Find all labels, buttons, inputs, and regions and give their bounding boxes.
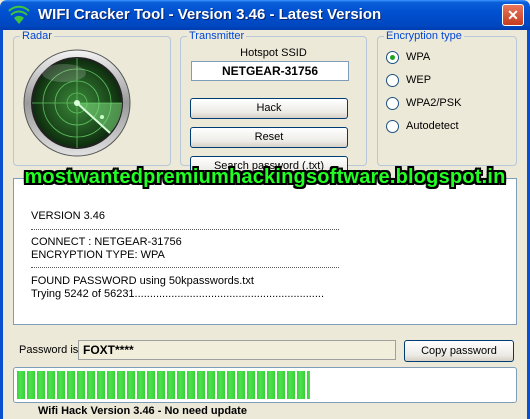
hack-button[interactable]: Hack: [190, 98, 348, 119]
progress-fill: [17, 371, 310, 399]
radar-label: Radar: [20, 30, 54, 42]
encryption-group: Encryption type WPA WEP WPA2/PSK Autodet…: [377, 30, 517, 166]
radio-wpa-label: WPA: [406, 51, 431, 63]
close-icon: ✕: [507, 7, 519, 23]
log-divider: [31, 229, 339, 230]
radio-checked-icon[interactable]: [386, 50, 399, 64]
radio-wep[interactable]: WEP: [386, 72, 431, 88]
log-output[interactable]: VERSION 3.46 CONNECT : NETGEAR-31756 ENC…: [13, 178, 517, 325]
wifi-signal-icon: [8, 5, 30, 24]
radio-wep-label: WEP: [406, 74, 432, 86]
log-version-line: VERSION 3.46: [31, 210, 105, 222]
progress-bar: [13, 367, 517, 403]
ssid-input[interactable]: NETGEAR-31756: [191, 61, 349, 81]
copy-password-button[interactable]: Copy password: [404, 340, 514, 362]
radio-unchecked-icon[interactable]: [386, 96, 399, 110]
radar-icon: [23, 49, 131, 157]
title-bar[interactable]: WIFI Cracker Tool - Version 3.46 - Lates…: [0, 0, 530, 30]
log-encryption-line: ENCRYPTION TYPE: WPA: [31, 249, 165, 261]
log-divider: [31, 267, 339, 268]
radio-autodetect[interactable]: Autodetect: [386, 118, 459, 134]
radio-wpa[interactable]: WPA: [386, 49, 430, 65]
encryption-label: Encryption type: [384, 30, 464, 42]
radio-unchecked-icon[interactable]: [386, 73, 399, 87]
radio-unchecked-icon[interactable]: [386, 119, 399, 133]
watermark-banner: mostwantedpremiumhackingsoftware.blogspo…: [24, 166, 506, 188]
status-text: Wifi Hack Version 3.46 - No need update: [38, 405, 247, 417]
password-field[interactable]: FOXT****: [78, 340, 396, 360]
reset-button[interactable]: Reset: [190, 127, 348, 148]
transmitter-label: Transmitter: [187, 30, 247, 42]
radio-wpa2-psk[interactable]: WPA2/PSK: [386, 95, 461, 111]
progress-track: [17, 371, 513, 399]
password-label: Password is:: [19, 344, 82, 356]
radio-wpa2-psk-label: WPA2/PSK: [406, 97, 462, 109]
log-found-line: FOUND PASSWORD using 50kpasswords.txt: [31, 275, 254, 287]
radio-autodetect-label: Autodetect: [406, 120, 459, 132]
radar-group: Radar: [13, 30, 171, 166]
close-button[interactable]: ✕: [502, 4, 524, 26]
log-trying-line: Trying 5242 of 56231....................…: [31, 288, 325, 300]
log-connect-line: CONNECT : NETGEAR-31756: [31, 236, 182, 248]
window-title: WIFI Cracker Tool - Version 3.46 - Lates…: [38, 6, 382, 23]
ssid-label: Hotspot SSID: [240, 47, 307, 59]
